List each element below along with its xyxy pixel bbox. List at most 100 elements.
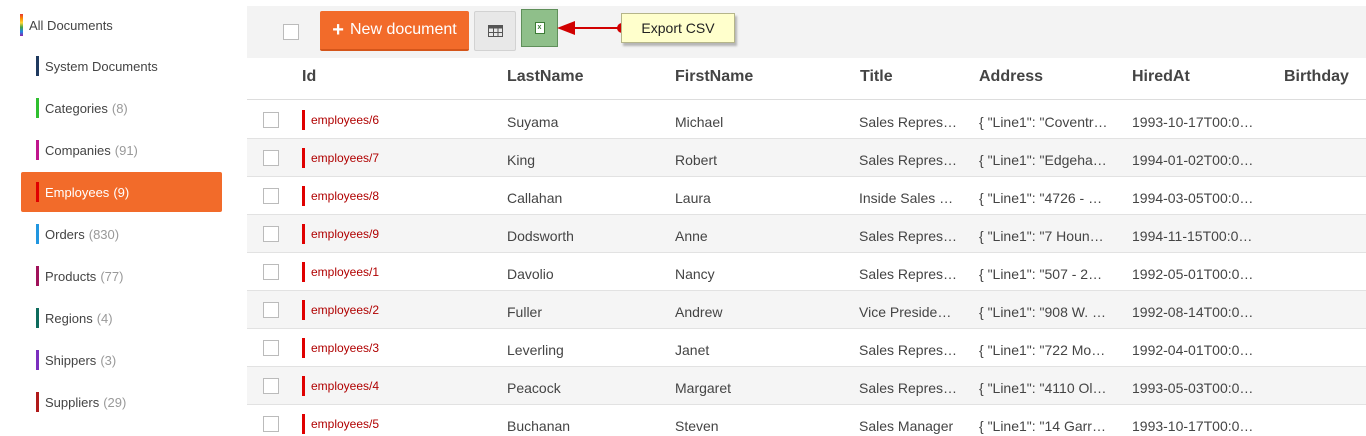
collection-color-bar	[36, 56, 39, 76]
table-row[interactable]: employees/4 Peacock Margaret Sales Repres… {…	[247, 367, 1366, 405]
sidebar-item-suppliers[interactable]: Suppliers (29)	[21, 382, 222, 422]
row-checkbox[interactable]	[263, 378, 279, 394]
collection-color-bar	[36, 224, 39, 244]
collection-color-bar	[36, 392, 39, 412]
excel-file-icon: x	[534, 22, 545, 34]
table-row[interactable]: employees/9 Dodsworth Anne Sales Repres… { "…	[247, 215, 1366, 253]
cell-hiredat: 1994-11-15T00:0…	[1132, 228, 1253, 244]
table-row[interactable]: employees/3 Leverling Janet Sales Repres… { …	[247, 329, 1366, 367]
document-id-text: employees/1	[311, 265, 380, 279]
cell-address: { "Line1": "Edgeha…	[979, 152, 1107, 168]
table-row[interactable]: employees/7 King Robert Sales Repres… { "Lin…	[247, 139, 1366, 177]
cell-firstname: Laura	[675, 190, 711, 206]
collection-color-bar	[36, 308, 39, 328]
sidebar-item-products[interactable]: Products (77)	[21, 256, 222, 296]
table-row[interactable]: employees/1 Davolio Nancy Sales Repres… { "L…	[247, 253, 1366, 291]
cell-lastname: Callahan	[507, 190, 563, 206]
table-view-button[interactable]	[474, 11, 516, 51]
cell-lastname: Leverling	[507, 342, 564, 358]
cell-hiredat: 1992-04-01T00:0…	[1132, 342, 1254, 358]
select-all-checkbox[interactable]	[283, 24, 299, 40]
collection-color-bar	[302, 414, 305, 434]
sidebar-item-companies[interactable]: Companies (91)	[21, 130, 222, 170]
new-document-button[interactable]: + New document	[320, 11, 469, 51]
collections-sidebar: All Documents System Documents Categories…	[0, 0, 232, 436]
cell-address: { "Line1": "Coventr…	[979, 114, 1108, 130]
sidebar-item-employees[interactable]: Employees (9)	[21, 172, 222, 212]
cell-hiredat: 1993-10-17T00:0…	[1132, 418, 1254, 434]
cell-firstname: Janet	[675, 342, 710, 358]
cell-lastname: Buchanan	[507, 418, 571, 434]
collection-name: Categories	[45, 100, 108, 116]
document-id-text: employees/3	[311, 341, 380, 355]
collection-color-bar	[36, 140, 39, 160]
document-id-link[interactable]: employees/9	[302, 224, 379, 244]
collection-color-bar	[36, 350, 39, 370]
row-checkbox[interactable]	[263, 416, 279, 432]
row-checkbox[interactable]	[263, 226, 279, 242]
annotation-arrow-line	[574, 27, 621, 29]
collection-name: Regions	[45, 310, 93, 326]
document-id-link[interactable]: employees/1	[302, 262, 379, 282]
export-csv-button[interactable]: x	[521, 9, 558, 47]
sidebar-item-shippers[interactable]: Shippers (3)	[21, 340, 222, 380]
row-checkbox[interactable]	[263, 264, 279, 280]
table-row[interactable]: employees/8 Callahan Laura Inside Sales … { …	[247, 177, 1366, 215]
collection-color-bar	[302, 110, 305, 130]
column-header-birthday[interactable]: Birthday	[1284, 68, 1349, 86]
collection-name: Employees	[45, 184, 110, 200]
document-id-link[interactable]: employees/7	[302, 148, 379, 168]
table-row[interactable]: employees/6 Suyama Michael Sales Repres… { "…	[247, 101, 1366, 139]
sidebar-item-categories[interactable]: Categories (8)	[21, 88, 222, 128]
collection-name: Shippers	[45, 352, 97, 368]
document-id-text: employees/4	[311, 379, 380, 393]
cell-firstname: Anne	[675, 228, 708, 244]
cell-firstname: Robert	[675, 152, 718, 168]
table-row[interactable]: employees/5 Buchanan Steven Sales Manager { …	[247, 405, 1366, 436]
collection-count: (91)	[114, 142, 138, 158]
document-id-link[interactable]: employees/2	[302, 300, 379, 320]
table-row[interactable]: employees/2 Fuller Andrew Vice Preside… { "L…	[247, 291, 1366, 329]
cell-title: Sales Repres…	[859, 266, 958, 282]
column-header-lastname[interactable]: LastName	[507, 68, 583, 86]
column-header-address[interactable]: Address	[979, 68, 1043, 86]
collection-count: (9)	[113, 184, 130, 200]
document-id-link[interactable]: employees/4	[302, 376, 379, 396]
table-header: Id LastName FirstName Title Address Hire…	[247, 58, 1366, 100]
sidebar-item-system-documents[interactable]: System Documents	[21, 46, 222, 86]
column-header-title[interactable]: Title	[860, 68, 893, 86]
document-id-text: employees/5	[311, 417, 380, 431]
plus-icon: +	[332, 19, 344, 41]
collection-name: System Documents	[45, 58, 158, 74]
document-id-link[interactable]: employees/5	[302, 414, 379, 434]
table-icon	[487, 25, 503, 37]
cell-address: { "Line1": "722 Mo…	[979, 342, 1106, 358]
row-checkbox[interactable]	[263, 150, 279, 166]
column-header-firstname[interactable]: FirstName	[675, 68, 753, 86]
sidebar-item-orders[interactable]: Orders (830)	[21, 214, 222, 254]
cell-lastname: Dodsworth	[507, 228, 574, 244]
cell-title: Sales Repres…	[859, 342, 958, 358]
document-id-link[interactable]: employees/8	[302, 186, 379, 206]
document-id-link[interactable]: employees/6	[302, 110, 379, 130]
collection-color-bar	[302, 186, 305, 206]
all-documents-color-bar	[20, 14, 23, 36]
column-header-id[interactable]: Id	[302, 68, 316, 86]
document-id-link[interactable]: employees/3	[302, 338, 379, 358]
collection-count: (3)	[100, 352, 117, 368]
annotation-arrow-head	[557, 21, 575, 35]
collection-name: Orders	[45, 226, 85, 242]
all-documents-link[interactable]: All Documents	[20, 14, 113, 36]
row-checkbox[interactable]	[263, 188, 279, 204]
collection-count: (4)	[96, 310, 113, 326]
collection-color-bar	[302, 148, 305, 168]
sidebar-item-regions[interactable]: Regions (4)	[21, 298, 222, 338]
collection-count: (29)	[103, 394, 127, 410]
column-header-hiredat[interactable]: HiredAt	[1132, 68, 1190, 86]
row-checkbox[interactable]	[263, 340, 279, 356]
collection-color-bar	[36, 182, 39, 202]
row-checkbox[interactable]	[263, 112, 279, 128]
collection-color-bar	[302, 224, 305, 244]
row-checkbox[interactable]	[263, 302, 279, 318]
collection-color-bar	[36, 266, 39, 286]
